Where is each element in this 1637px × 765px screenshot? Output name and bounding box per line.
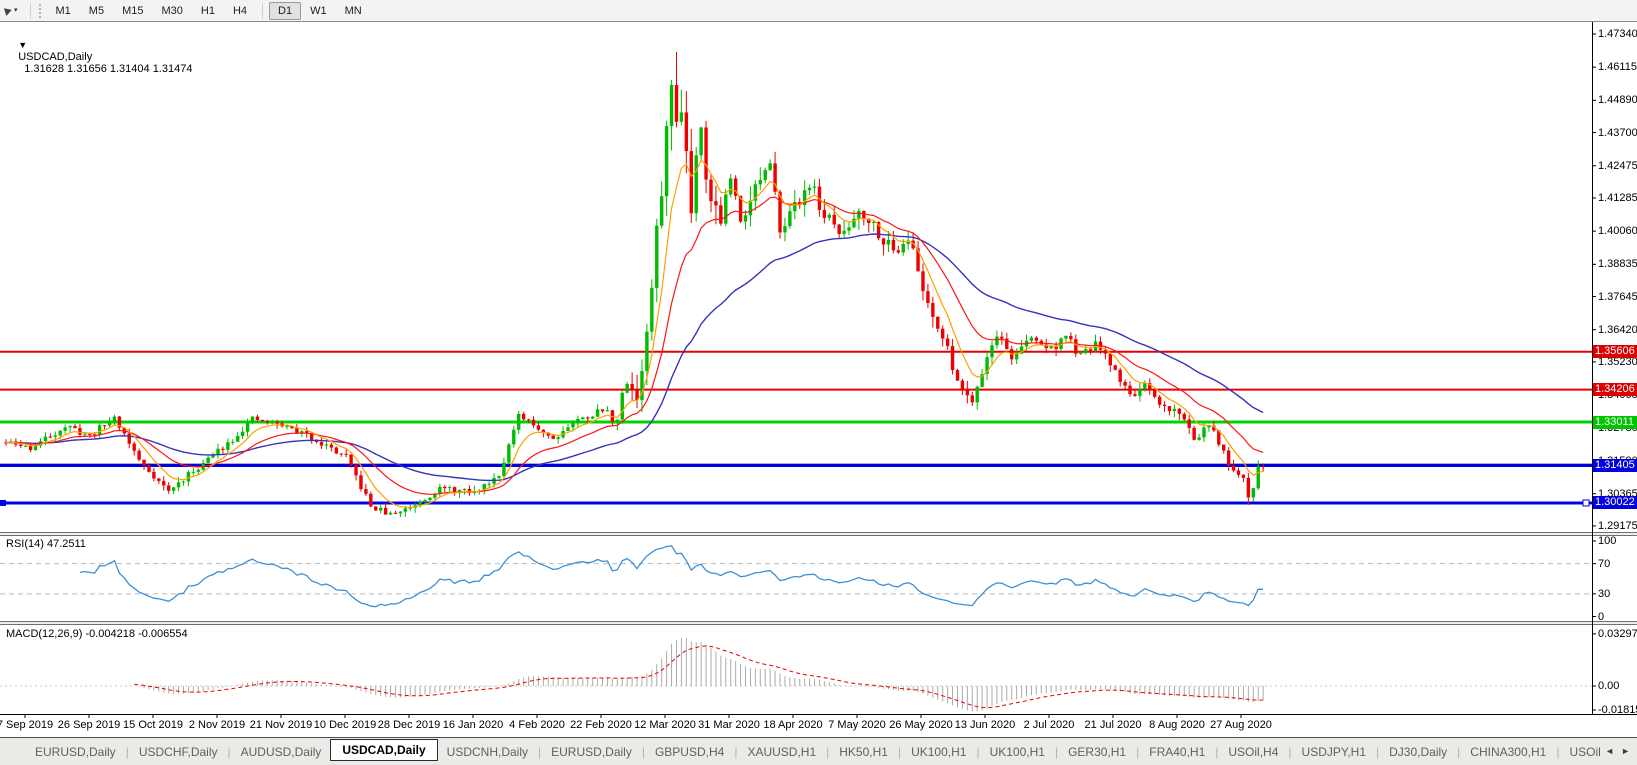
timeframe-button-h4[interactable]: H4	[224, 2, 256, 20]
macd-axis-label: 0.00	[1598, 680, 1620, 692]
chart-cursor-icon[interactable]: ▾	[3, 5, 18, 16]
price-level-badge[interactable]: 1.35606	[1593, 345, 1637, 359]
date-axis-label: 10 Dec 2019	[313, 719, 377, 731]
date-axis-label: 8 Aug 2020	[1149, 719, 1205, 731]
date-axis-label: 18 Apr 2020	[763, 719, 823, 731]
chart-tab-china300-h1[interactable]: CHINA300,H1	[1461, 745, 1555, 759]
date-axis-label: 7 May 2020	[828, 719, 886, 731]
toolbar-divider	[29, 2, 31, 19]
chart-title-ohlc: 1.31628 1.31656 1.31404 1.31474	[24, 63, 193, 75]
date-axis-label: 7 Sep 2019	[0, 719, 54, 731]
trendline-left-handle[interactable]	[0, 499, 6, 506]
price-level-badge[interactable]: 1.30022	[1593, 496, 1637, 510]
chart-tab-usdcnh-daily[interactable]: USDCNH,Daily	[438, 745, 537, 759]
chart-tab-usoil-h4[interactable]: USOil,H4	[1219, 745, 1287, 759]
tab-scroll-right-icon[interactable]: ►	[1621, 746, 1630, 756]
chart-tab-dj30-daily[interactable]: DJ30,Daily	[1380, 745, 1456, 759]
tab-scroll-controls: ◄ ►	[1600, 738, 1635, 764]
price-axis-label: 1.36420	[1598, 323, 1637, 336]
timeframe-button-d1[interactable]: D1	[269, 1, 302, 20]
macd-axis-label: 0.032972	[1598, 627, 1637, 640]
date-axis-label: 16 Jan 2020	[442, 719, 504, 731]
macd-axis-label: -0.018154	[1598, 704, 1637, 716]
date-axis-label: 4 Feb 2020	[509, 719, 565, 731]
chart-tab-gbpusd-h4[interactable]: GBPUSD,H4	[646, 745, 733, 759]
chart-window[interactable]: ▼ USDCAD,Daily 1.31628 1.31656 1.31404 1…	[0, 22, 1637, 737]
price-level-badge[interactable]: 1.31405	[1593, 459, 1637, 473]
price-level-badge[interactable]: 1.33011	[1593, 415, 1637, 429]
chart-tab-eurusd-daily[interactable]: EURUSD,Daily	[542, 745, 641, 759]
timeframe-button-mn[interactable]: MN	[336, 2, 371, 20]
date-axis-label: 2 Nov 2019	[188, 719, 246, 731]
rsi-indicator-label: RSI(14) 47.2511	[6, 538, 86, 550]
date-axis-label: 26 Sep 2019	[57, 719, 121, 731]
date-axis-label: 22 Feb 2020	[570, 719, 632, 731]
price-axis-label: 1.37645	[1598, 290, 1637, 303]
rsi-axis-label: 30	[1598, 587, 1611, 600]
price-axis-label: 1.40060	[1598, 225, 1637, 238]
top-toolbar: ▾ M1 M5 M15 M30 H1 H4 D1 W1 MN	[0, 0, 1637, 22]
chart-tab-audusd-daily[interactable]: AUDUSD,Daily	[232, 745, 331, 759]
chart-tab-fra40-h1[interactable]: FRA40,H1	[1140, 745, 1214, 759]
timeframe-button-m15[interactable]: M15	[113, 2, 152, 20]
timeframe-button-m30[interactable]: M30	[152, 2, 191, 20]
date-axis-label: 13 Jun 2020	[954, 719, 1016, 731]
chart-tab-usdjpy-h1[interactable]: USDJPY,H1	[1293, 745, 1375, 759]
chart-tab-eurusd-daily[interactable]: EURUSD,Daily	[26, 745, 125, 759]
timeframe-button-w1[interactable]: W1	[301, 2, 336, 20]
price-axis-label: 1.42475	[1598, 159, 1637, 172]
date-axis-label: 28 Dec 2019	[377, 719, 441, 731]
chart-title: ▼ USDCAD,Daily 1.31628 1.31656 1.31404 1…	[6, 27, 192, 87]
trendline-right-handle[interactable]	[1582, 499, 1590, 507]
price-axis-label: 1.38835	[1598, 258, 1637, 271]
price-axis-label: 1.29175	[1598, 519, 1637, 532]
price-axis-label: 1.43700	[1598, 126, 1637, 139]
chart-canvas[interactable]	[0, 22, 1637, 737]
chart-tab-usdcad-daily[interactable]: USDCAD,Daily	[330, 739, 438, 761]
chart-tab-xauusd-h1[interactable]: XAUUSD,H1	[738, 745, 825, 759]
rsi-axis-label: 100	[1598, 535, 1617, 547]
chart-title-symbol: USDCAD,Daily	[18, 51, 93, 63]
price-axis-label: 1.47340	[1598, 28, 1637, 40]
date-axis-label: 21 Nov 2019	[249, 719, 313, 731]
price-axis-label: 1.41285	[1598, 191, 1637, 204]
timeframe-button-h1[interactable]: H1	[192, 2, 224, 20]
cursor-arrow-icon	[3, 5, 14, 16]
chart-tab-ger30-h1[interactable]: GER30,H1	[1059, 745, 1135, 759]
timeframe-button-m1[interactable]: M1	[47, 2, 80, 20]
date-axis-label: 31 Mar 2020	[698, 719, 760, 731]
date-axis-label: 12 Mar 2020	[634, 719, 696, 731]
chart-tab-usdchf-daily[interactable]: USDCHF,Daily	[130, 745, 227, 759]
price-axis-label: 1.44890	[1598, 94, 1637, 107]
chart-tab-bar: EURUSD,Daily | USDCHF,Daily | AUDUSD,Daily US…	[0, 737, 1637, 765]
price-level-badge[interactable]: 1.34206	[1593, 383, 1637, 397]
date-axis-label: 2 Jul 2020	[1023, 719, 1075, 731]
toolbar-grip-handle[interactable]	[38, 3, 41, 18]
chart-tab-uk100-h1[interactable]: UK100,H1	[902, 745, 975, 759]
date-axis-label: 27 Aug 2020	[1210, 719, 1272, 731]
timeframe-button-m5[interactable]: M5	[80, 2, 113, 20]
date-axis-label: 15 Oct 2019	[123, 719, 183, 731]
price-axis-label: 1.46115	[1598, 61, 1637, 74]
tab-scroll-left-icon[interactable]: ◄	[1605, 746, 1614, 756]
chart-tab-hk50-h1[interactable]: HK50,H1	[830, 745, 897, 759]
rsi-axis-label: 0	[1598, 610, 1605, 623]
macd-indicator-label: MACD(12,26,9) -0.004218 -0.006554	[6, 628, 188, 640]
date-axis-label: 26 May 2020	[889, 719, 953, 731]
toolbar-divider	[262, 2, 264, 19]
rsi-axis-label: 70	[1598, 557, 1611, 570]
timeframe-button-group: M1 M5 M15 M30 H1 H4 D1 W1 MN	[47, 1, 371, 20]
chart-tab-uk100-h1[interactable]: UK100,H1	[981, 745, 1054, 759]
date-axis-label: 21 Jul 2020	[1084, 719, 1142, 731]
dropdown-caret-icon: ▾	[14, 7, 18, 14]
symbol-dropdown-icon[interactable]: ▼	[18, 40, 27, 50]
